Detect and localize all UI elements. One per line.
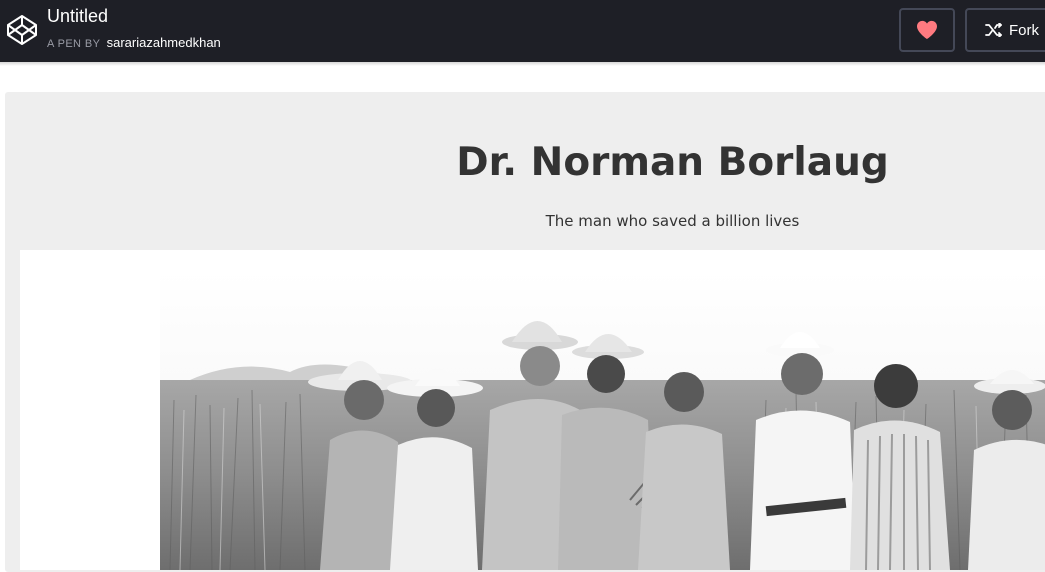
fork-label: Fork (1009, 21, 1039, 39)
heart-icon (917, 20, 937, 40)
pen-byline: A PEN BY sarariazahmedkhan (47, 35, 221, 50)
codepen-logo-icon[interactable] (6, 14, 38, 46)
borlaug-photo (160, 270, 1045, 570)
heart-button[interactable] (899, 8, 955, 52)
fork-icon (985, 23, 1002, 37)
page-heading: Dr. Norman Borlaug (456, 140, 889, 185)
header-divider (0, 62, 1045, 66)
page-subheading: The man who saved a billion lives (545, 212, 800, 230)
author-link[interactable]: sarariazahmedkhan (107, 35, 221, 50)
top-bar: Untitled A PEN BY sarariazahmedkhan Fork (0, 0, 1045, 62)
byline-prefix: A PEN BY (47, 38, 101, 50)
pen-title[interactable]: Untitled (47, 6, 108, 27)
fork-button[interactable]: Fork (965, 8, 1045, 52)
